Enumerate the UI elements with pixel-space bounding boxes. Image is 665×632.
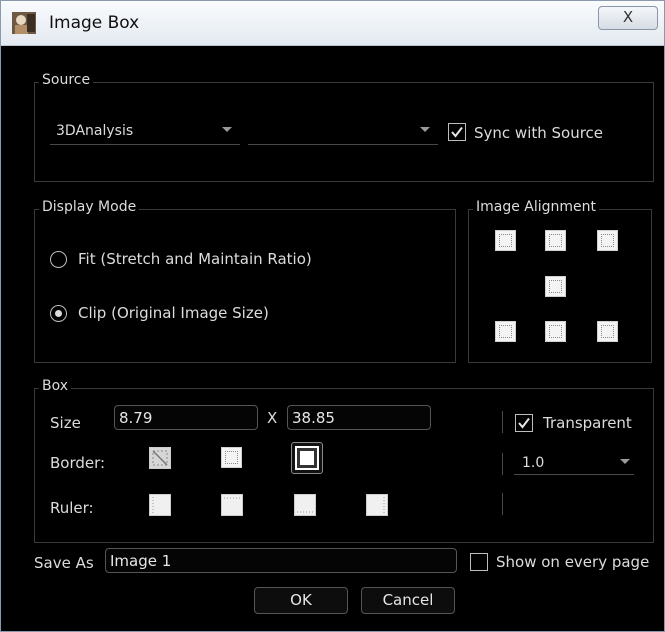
align-top-right-button[interactable] xyxy=(597,230,618,251)
close-button[interactable]: X xyxy=(598,6,658,30)
source-dropdown[interactable]: 3DAnalysis xyxy=(50,123,240,145)
clip-radio-label: Clip (Original Image Size) xyxy=(78,304,269,322)
align-top-center-button[interactable] xyxy=(545,230,566,251)
checkmark-icon xyxy=(451,126,463,138)
sync-with-source-checkbox[interactable] xyxy=(448,123,466,141)
save-as-label: Save As xyxy=(34,554,94,572)
chevron-down-icon xyxy=(222,127,232,132)
border-width-value: 1.0 xyxy=(522,455,545,471)
size-x-label: X xyxy=(267,409,278,427)
display-mode-legend: Display Mode xyxy=(39,199,140,215)
chevron-down-icon xyxy=(620,459,630,464)
show-on-every-page-label: Show on every page xyxy=(496,553,650,571)
fit-radio[interactable] xyxy=(50,251,67,268)
align-top-left-button[interactable] xyxy=(495,230,516,251)
no-border-icon xyxy=(152,450,168,466)
transparent-checkbox[interactable] xyxy=(515,414,533,432)
align-center-button[interactable] xyxy=(545,276,566,297)
box-width-input[interactable] xyxy=(114,405,258,430)
divider xyxy=(502,411,503,433)
show-on-every-page-checkbox[interactable] xyxy=(470,553,488,571)
ruler-right-icon xyxy=(383,497,385,513)
dotted-border-button[interactable] xyxy=(221,447,242,468)
sync-with-source-label: Sync with Source xyxy=(474,124,604,142)
chevron-down-icon xyxy=(420,127,430,132)
align-bottom-left-button[interactable] xyxy=(495,321,516,342)
image-alignment-legend: Image Alignment xyxy=(473,199,600,215)
ruler-left-icon xyxy=(152,497,154,513)
cancel-button[interactable]: Cancel xyxy=(361,587,455,614)
box-height-input[interactable] xyxy=(287,405,431,430)
align-bottom-right-button[interactable] xyxy=(597,321,618,342)
no-border-button[interactable] xyxy=(149,447,171,469)
solid-border-button[interactable] xyxy=(291,442,323,474)
checkmark-icon xyxy=(518,417,530,429)
transparent-label: Transparent xyxy=(543,414,632,432)
radio-selected-dot xyxy=(54,309,62,317)
save-as-input[interactable] xyxy=(105,548,457,573)
box-legend: Box xyxy=(39,378,72,394)
secondary-source-dropdown[interactable] xyxy=(248,123,438,145)
app-icon xyxy=(12,12,36,34)
fit-radio-label: Fit (Stretch and Maintain Ratio) xyxy=(78,250,312,268)
window-title: Image Box xyxy=(49,13,140,33)
ruler-top-icon xyxy=(224,497,240,499)
border-label: Border: xyxy=(50,454,106,472)
dialog-content: Source 3DAnalysis Sync with Source Displ… xyxy=(8,47,657,627)
clip-radio[interactable] xyxy=(50,305,67,322)
display-mode-group: Display Mode xyxy=(34,199,456,363)
ruler-top-button[interactable] xyxy=(221,494,243,516)
solid-border-icon xyxy=(295,446,319,470)
border-width-dropdown[interactable]: 1.0 xyxy=(514,455,634,475)
ruler-label: Ruler: xyxy=(50,499,94,517)
source-legend: Source xyxy=(39,72,94,88)
divider xyxy=(502,493,503,515)
size-label: Size xyxy=(50,414,81,432)
ruler-right-button[interactable] xyxy=(366,494,388,516)
ok-button[interactable]: OK xyxy=(254,587,348,614)
title-bar: Image Box X xyxy=(1,1,664,46)
image-box-dialog: Image Box X Source 3DAnalysis Sync with … xyxy=(0,0,665,632)
ruler-bottom-icon xyxy=(297,511,313,513)
source-dropdown-value: 3DAnalysis xyxy=(56,123,134,139)
ruler-left-button[interactable] xyxy=(149,494,171,516)
divider xyxy=(502,453,503,475)
ruler-bottom-button[interactable] xyxy=(294,494,316,516)
align-bottom-center-button[interactable] xyxy=(545,321,566,342)
